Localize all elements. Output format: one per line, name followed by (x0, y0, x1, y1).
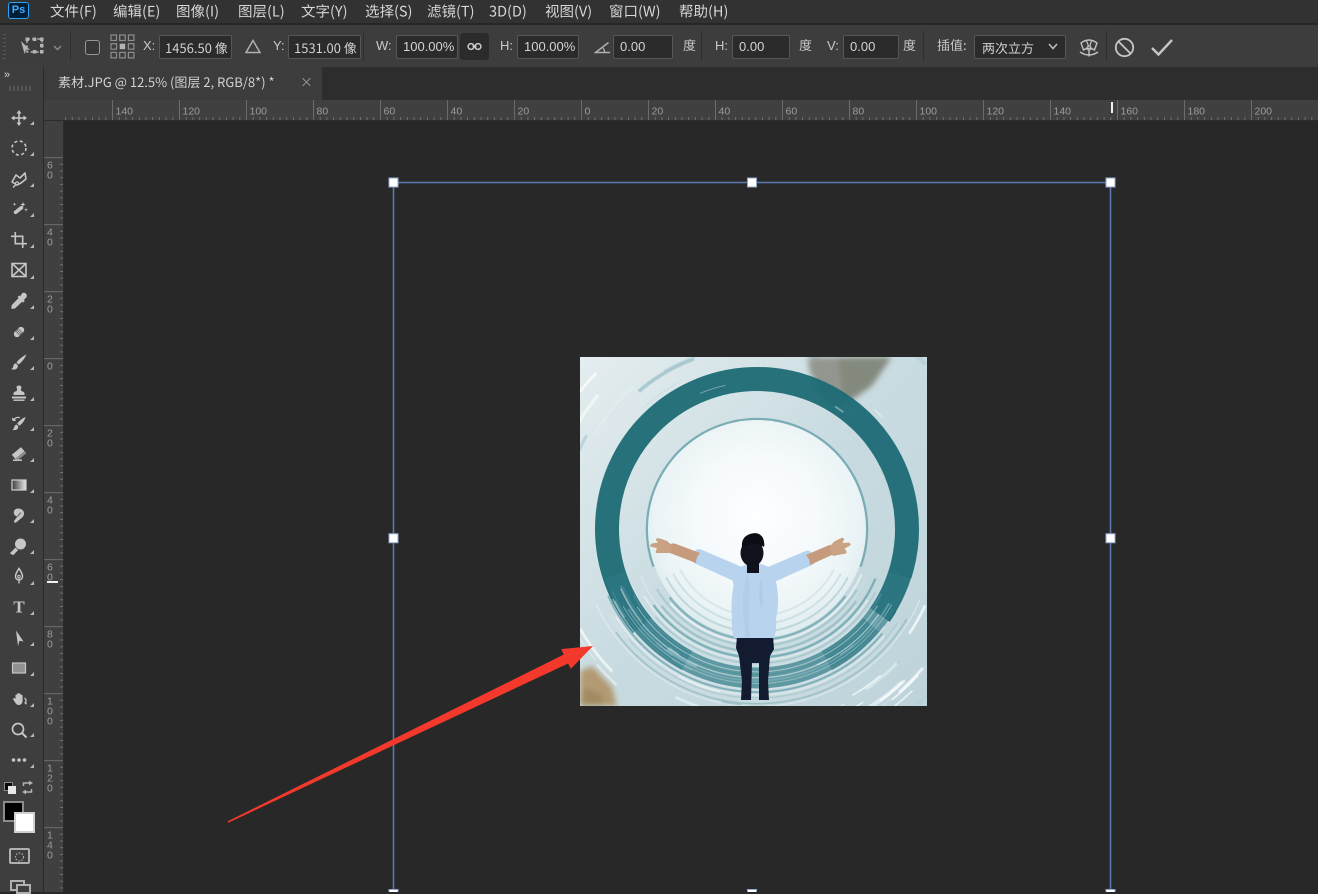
svg-text:0: 0 (47, 170, 53, 182)
svg-text:0: 0 (47, 438, 53, 450)
svg-text:60: 60 (786, 106, 798, 118)
svg-text:60: 60 (384, 106, 396, 118)
svg-text:160: 160 (1121, 106, 1139, 118)
svg-text:0: 0 (47, 639, 53, 651)
svg-text:0: 0 (47, 361, 53, 373)
svg-text:T: T (13, 598, 25, 616)
svg-text:120: 120 (183, 106, 201, 118)
svg-text:100: 100 (920, 106, 938, 118)
svg-text:200: 200 (1255, 106, 1273, 118)
svg-text:180: 180 (1188, 106, 1206, 118)
svg-text:0: 0 (47, 505, 53, 517)
svg-text:40: 40 (719, 106, 731, 118)
svg-text:0: 0 (47, 237, 53, 249)
svg-text:0: 0 (47, 716, 53, 728)
svg-text:20: 20 (652, 106, 664, 118)
svg-text:140: 140 (116, 106, 134, 118)
svg-text:80: 80 (317, 106, 329, 118)
svg-text:100: 100 (250, 106, 268, 118)
svg-text:0: 0 (585, 106, 591, 118)
svg-text:40: 40 (451, 106, 463, 118)
svg-text:20: 20 (518, 106, 530, 118)
svg-text:0: 0 (47, 304, 53, 316)
svg-text:120: 120 (987, 106, 1005, 118)
svg-text:0: 0 (47, 850, 53, 862)
svg-text:0: 0 (47, 783, 53, 795)
svg-text:80: 80 (853, 106, 865, 118)
svg-text:140: 140 (1054, 106, 1072, 118)
